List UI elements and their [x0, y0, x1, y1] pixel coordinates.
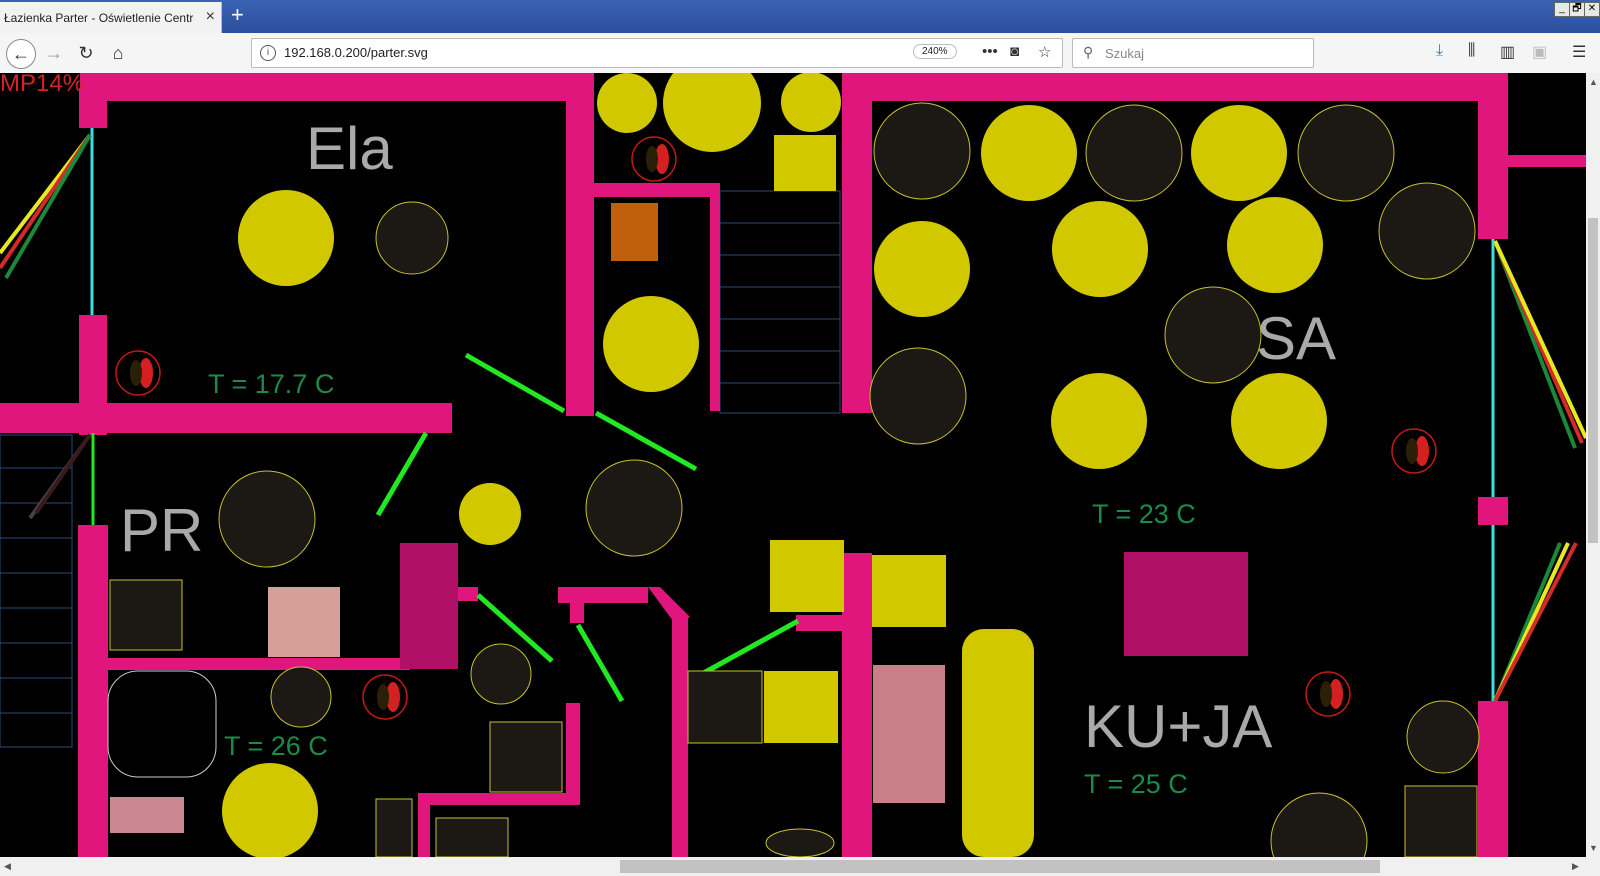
lamp-on: [603, 296, 699, 392]
lamp-off: [109, 579, 183, 651]
zoom-indicator[interactable]: 240%: [913, 44, 957, 59]
floorplan-svg: MP14% Ela T = 17.7 C PR T = 26 C SA T = …: [0, 73, 1586, 857]
lamp-off: [765, 828, 835, 857]
fixture-pink: [873, 665, 945, 803]
fixture-magenta: [1124, 552, 1248, 656]
fixture-pink: [110, 797, 184, 833]
reload-icon[interactable]: ↻: [72, 39, 100, 67]
pocket-icon[interactable]: ◙: [1010, 43, 1019, 60]
lamp-on: [981, 105, 1077, 201]
room-label-pr: PR: [120, 497, 203, 564]
lamp-off: [1378, 182, 1476, 280]
scroll-down-icon[interactable]: ▼: [1589, 843, 1598, 853]
lamp-on: [222, 763, 318, 857]
download-icon[interactable]: ⤓: [1436, 42, 1443, 60]
vertical-scrollbar[interactable]: ▲ ▼: [1586, 73, 1600, 857]
lamp-on: [1052, 201, 1148, 297]
vertical-scroll-thumb[interactable]: [1588, 218, 1598, 543]
lamp-on: [764, 671, 838, 743]
lamp-on: [459, 483, 521, 545]
library-icon[interactable]: ⫼: [1468, 42, 1475, 60]
temp-ela: T = 17.7 C: [208, 369, 334, 399]
temp-kuja: T = 25 C: [1084, 769, 1188, 799]
lamp-off: [873, 102, 971, 200]
restore-button[interactable]: 🗗: [1569, 2, 1585, 17]
lamp-off: [1404, 785, 1478, 857]
new-tab-icon[interactable]: +: [231, 2, 244, 28]
lamp-off: [270, 666, 332, 728]
extension-icon[interactable]: ▣: [1532, 42, 1547, 62]
horizontal-scrollbar[interactable]: ◀ ▶: [0, 857, 1600, 876]
sensor-icon: [115, 350, 161, 396]
home-icon[interactable]: ⌂: [104, 39, 132, 67]
search-icon: ⚲: [1083, 44, 1094, 60]
lamp-off: [375, 201, 449, 275]
staircase-left: [0, 434, 73, 748]
lamp-on: [238, 190, 334, 286]
url-bar[interactable]: i 192.168.0.200/parter.svg 240% ••• ◙ ☆: [251, 38, 1063, 68]
search-input[interactable]: Szukaj: [1105, 46, 1144, 61]
lamp-off: [1085, 104, 1183, 202]
fixture-pink: [268, 587, 340, 657]
room-label-sa: SA: [1256, 305, 1336, 372]
lamp-off: [1270, 792, 1368, 857]
lamp-on: [597, 73, 657, 133]
tab-close-icon[interactable]: ×: [206, 8, 215, 26]
lamp-on: [1231, 373, 1327, 469]
lamp-off: [489, 721, 563, 793]
close-window-button[interactable]: ✕: [1584, 2, 1600, 17]
lamp-on: [1051, 373, 1147, 469]
lamp-on: [872, 555, 946, 627]
lamp-on: [1191, 105, 1287, 201]
tab-active[interactable]: Łazienka Parter - Oświetlenie Centralne …: [0, 2, 222, 33]
lamp-on: [874, 221, 970, 317]
scroll-right-icon[interactable]: ▶: [1572, 861, 1579, 872]
sensor-icon: [362, 674, 408, 720]
staircase-top: [719, 190, 841, 414]
sensor-icon: [631, 136, 677, 182]
sensor-icon: [1305, 671, 1351, 717]
tab-bar: Łazienka Parter - Oświetlenie Centralne …: [0, 0, 1600, 33]
room-label-ela: Ela: [306, 115, 393, 182]
sidebar-icon[interactable]: ▥: [1500, 42, 1515, 62]
lamp-on: [774, 135, 836, 191]
nav-bar: ← → ↻ ⌂ i 192.168.0.200/parter.svg 240% …: [0, 33, 1600, 74]
lamp-off: [470, 643, 532, 705]
lamp-on: [663, 73, 761, 152]
menu-icon[interactable]: ☰: [1572, 42, 1586, 62]
lamp-on: [1227, 197, 1323, 293]
back-icon[interactable]: ←: [6, 39, 36, 69]
url-text: 192.168.0.200/parter.svg: [284, 45, 428, 60]
status-text: MP14%: [0, 73, 84, 97]
lamp-off: [435, 817, 509, 857]
scroll-left-icon[interactable]: ◀: [4, 861, 11, 872]
more-icon[interactable]: •••: [982, 43, 998, 60]
temp-pr: T = 26 C: [224, 731, 328, 761]
temp-sa: T = 23 C: [1092, 499, 1196, 529]
room-label-kuja: KU+JA: [1084, 693, 1272, 760]
lamp-off: [1164, 286, 1262, 384]
horizontal-scroll-thumb[interactable]: [620, 860, 1380, 873]
fixture-orange: [611, 203, 658, 261]
lamp-on: [962, 629, 1034, 857]
minimize-button[interactable]: _: [1554, 2, 1570, 17]
lamp-off: [687, 670, 763, 744]
info-icon[interactable]: i: [260, 45, 276, 61]
lamp-off-outline: [107, 670, 217, 778]
lamp-off: [1406, 700, 1480, 774]
lamp-off: [1297, 104, 1395, 202]
lamp-off: [869, 347, 967, 445]
bookmark-star-icon[interactable]: ☆: [1038, 43, 1051, 61]
lamp-off: [375, 798, 413, 857]
lamp-on: [781, 73, 841, 132]
svg-viewport: MP14% Ela T = 17.7 C PR T = 26 C SA T = …: [0, 73, 1586, 857]
forward-icon[interactable]: →: [40, 39, 68, 67]
tab-title: Łazienka Parter - Oświetlenie Centralne: [4, 10, 194, 25]
sensor-icon: [1391, 428, 1437, 474]
lamp-off: [218, 470, 316, 568]
scroll-up-icon[interactable]: ▲: [1589, 77, 1598, 87]
search-bar[interactable]: ⚲ Szukaj: [1072, 38, 1314, 68]
lamp-on: [770, 540, 844, 612]
lamp-off: [585, 459, 683, 557]
